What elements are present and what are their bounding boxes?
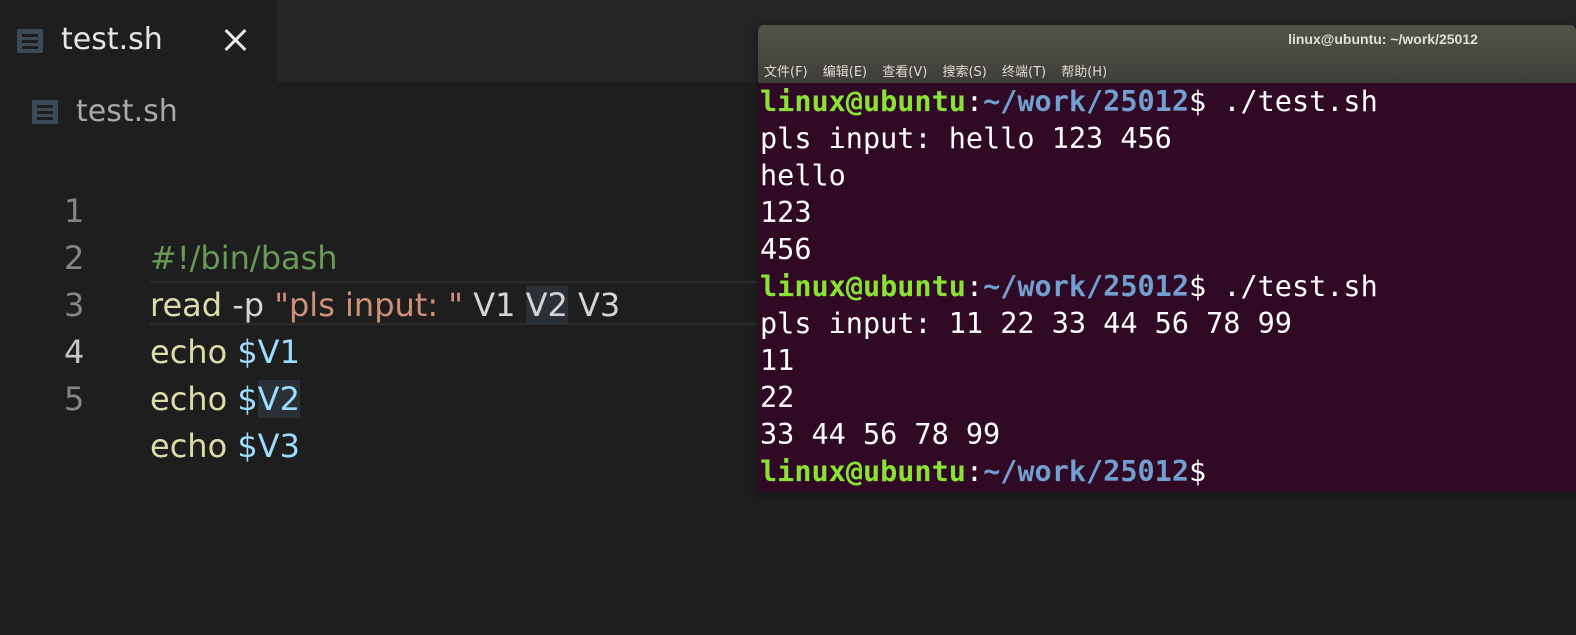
prompt-user: linux@ubuntu <box>760 85 966 118</box>
file-text-icon <box>17 29 43 53</box>
terminal-window[interactable]: linux@ubuntu: ~/work/25012 文件(F) 编辑(E) 查… <box>758 25 1576 492</box>
terminal-output-line: 123 <box>760 196 812 229</box>
code-line: 4 echo $V2 <box>0 282 760 418</box>
terminal-output-line: 456 <box>760 233 812 266</box>
prompt-colon: : <box>965 270 984 303</box>
breadcrumb-label: test.sh <box>76 94 178 129</box>
prompt-symbol: $ <box>1188 455 1207 488</box>
prompt-user: linux@ubuntu <box>760 270 966 303</box>
code-line: 1 #!/bin/bash <box>0 141 760 277</box>
code-editor[interactable]: 1 #!/bin/bash 2 read -p "pls input: " V1… <box>0 141 760 465</box>
prompt-command: ./test.sh <box>1206 85 1378 118</box>
menu-terminal[interactable]: 终端(T) <box>1002 61 1046 80</box>
terminal-prompt-line: linux@ubuntu:~/work/25012$ ./test.sh <box>760 83 1378 120</box>
menu-view[interactable]: 查看(V) <box>882 61 927 80</box>
tab-test-sh[interactable]: test.sh <box>0 0 277 82</box>
terminal-output-line: hello <box>760 159 846 192</box>
prompt-symbol: $ <box>1188 85 1207 118</box>
prompt-path: ~/work/25012 <box>983 85 1189 118</box>
file-text-icon <box>32 100 58 124</box>
menu-edit[interactable]: 编辑(E) <box>823 61 867 80</box>
terminal-menubar: 文件(F) 编辑(E) 查看(V) 搜索(S) 终端(T) 帮助(H) <box>764 61 1118 81</box>
terminal-prompt-line: linux@ubuntu:~/work/25012$ <box>760 453 1206 490</box>
prompt-colon: : <box>965 455 984 488</box>
menu-help[interactable]: 帮助(H) <box>1061 61 1107 80</box>
terminal-titlebar[interactable]: linux@ubuntu: ~/work/25012 文件(F) 编辑(E) 查… <box>758 25 1576 83</box>
line-number: 5 <box>64 380 85 418</box>
line-text: echo $V2 <box>150 376 300 423</box>
terminal-output-line: 33 44 56 78 99 <box>760 418 1001 451</box>
variable-token: $ <box>237 380 258 418</box>
prompt-colon: : <box>965 85 984 118</box>
menu-file[interactable]: 文件(F) <box>764 61 808 80</box>
variable-token: $V3 <box>237 427 300 465</box>
variable-token-highlighted: V2 <box>257 380 300 418</box>
command-token: echo <box>150 380 228 418</box>
terminal-output-line: 11 <box>760 344 795 377</box>
terminal-title: linux@ubuntu: ~/work/25012 <box>1288 31 1478 47</box>
prompt-path: ~/work/25012 <box>983 270 1189 303</box>
prompt-user: linux@ubuntu <box>760 455 966 488</box>
prompt-path: ~/work/25012 <box>983 455 1189 488</box>
terminal-output-line: pls input: 11 22 33 44 56 78 99 <box>760 307 1292 340</box>
prompt-command: ./test.sh <box>1206 270 1378 303</box>
code-line: 3 echo $V1 <box>0 235 760 371</box>
terminal-output-line: pls input: hello 123 456 <box>760 122 1172 155</box>
tab-label: test.sh <box>61 22 163 57</box>
command-token: echo <box>150 427 228 465</box>
terminal-prompt-line: linux@ubuntu:~/work/25012$ ./test.sh <box>760 268 1378 305</box>
line-text: echo $V3 <box>150 423 300 470</box>
menu-search[interactable]: 搜索(S) <box>942 61 986 80</box>
terminal-output[interactable]: linux@ubuntu:~/work/25012$ ./test.sh pls … <box>758 83 1576 492</box>
code-line: 5 echo $V3 <box>0 329 760 465</box>
code-line: 2 read -p "pls input: " V1 V2 V3 <box>0 188 760 324</box>
close-icon[interactable] <box>222 26 250 54</box>
prompt-symbol: $ <box>1188 270 1207 303</box>
terminal-output-line: 22 <box>760 381 795 414</box>
